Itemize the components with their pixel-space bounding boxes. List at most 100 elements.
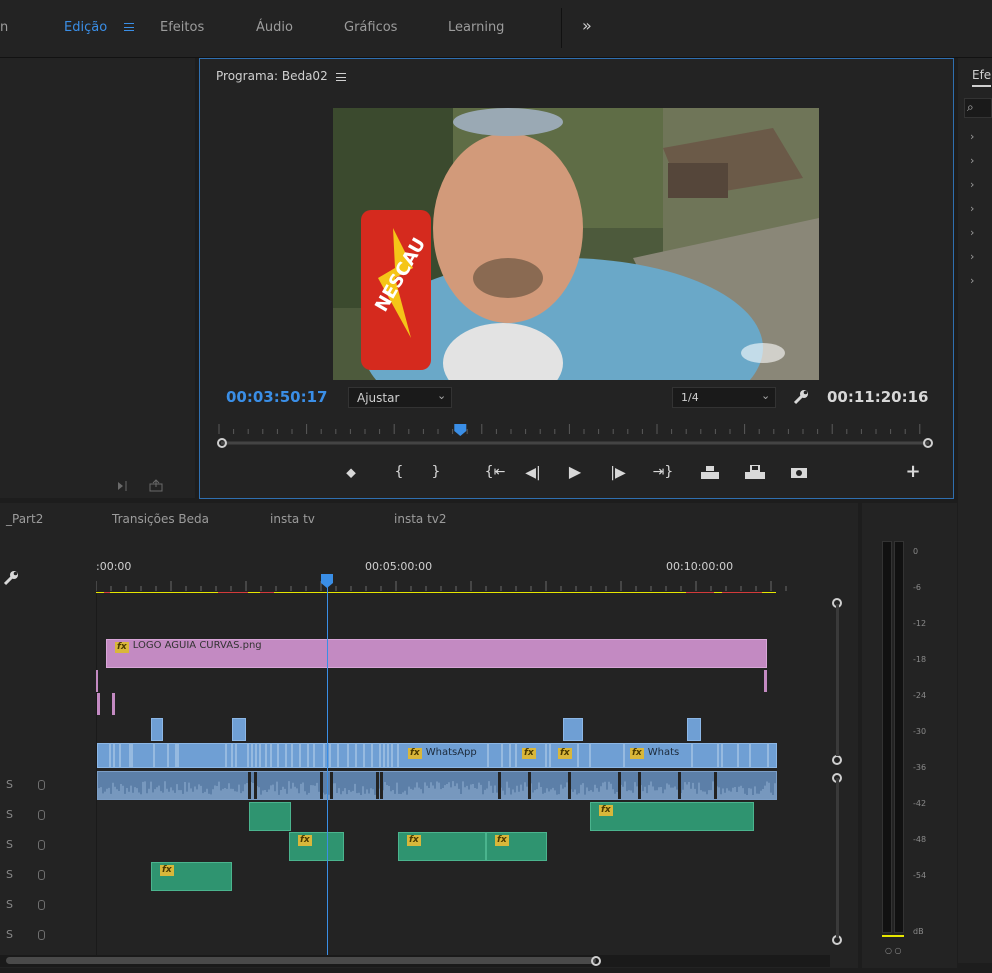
track-solo-label[interactable]: S — [6, 838, 13, 851]
video-clip[interactable] — [151, 718, 163, 741]
audio-meter-panel: ○ ○ — [862, 503, 957, 968]
program-time-ruler[interactable] — [215, 424, 935, 458]
chevron-right-icon[interactable]: › — [970, 226, 974, 239]
effects-search-input[interactable]: ⌕ — [964, 98, 992, 118]
microphone-icon[interactable] — [38, 930, 45, 940]
fx-badge: fx — [115, 642, 129, 653]
ruler-label-10min: 00:10:00:00 — [666, 560, 734, 573]
fx-badge: fx — [495, 835, 509, 846]
playhead-handle[interactable] — [320, 574, 334, 588]
timeline-tab-insta-tv[interactable]: insta tv — [270, 512, 315, 526]
microphone-icon[interactable] — [38, 840, 45, 850]
timeline-tab-insta-tv2[interactable]: insta tv2 — [394, 512, 447, 526]
meter-scale-label: -54 — [913, 871, 927, 880]
ruler-label-5min: 00:05:00:00 — [365, 560, 433, 573]
audio-clip[interactable]: fx — [151, 862, 232, 891]
video-clip[interactable] — [563, 718, 583, 741]
chevron-right-icon[interactable]: › — [970, 274, 974, 287]
meter-scale-label: -30 — [913, 727, 927, 736]
workspace-tab-audio[interactable]: Áudio — [256, 20, 293, 35]
add-marker-icon[interactable]: ⬥ — [341, 465, 361, 481]
current-timecode[interactable]: 00:03:50:17 — [226, 388, 328, 406]
chevron-right-icon[interactable]: › — [970, 130, 974, 143]
go-to-in-icon[interactable]: {⇤ — [480, 464, 510, 480]
mark-in-icon[interactable]: { — [389, 464, 409, 480]
video-clip[interactable] — [232, 718, 246, 741]
play-icon[interactable]: ▶ — [565, 464, 585, 480]
track-solo-label[interactable]: S — [6, 868, 13, 881]
add-button-icon[interactable]: + — [903, 463, 923, 481]
wrench-icon[interactable] — [792, 389, 810, 405]
meter-scale-label: -24 — [913, 691, 927, 700]
audio-clip[interactable]: fx — [398, 832, 486, 861]
program-scrubber[interactable] — [215, 424, 935, 458]
workspace-tab-efeitos[interactable]: Efeitos — [160, 20, 204, 35]
workspace-tab-partial[interactable]: n — [0, 20, 8, 35]
fit-dropdown-value: Ajustar — [357, 391, 400, 405]
audio-clip[interactable]: fx — [590, 802, 754, 831]
source-panel — [0, 58, 195, 498]
step-back-icon[interactable]: ◀| — [523, 465, 543, 481]
wrench-icon[interactable] — [2, 570, 20, 586]
microphone-icon[interactable] — [38, 780, 45, 790]
program-playhead-handle — [454, 424, 467, 436]
microphone-icon[interactable] — [38, 900, 45, 910]
track-solo-label[interactable]: S — [6, 808, 13, 821]
microphone-icon[interactable] — [38, 810, 45, 820]
lift-icon[interactable] — [701, 466, 719, 479]
timeline-tab-part2[interactable]: _Part2 — [6, 512, 43, 526]
horizontal-scroll-thumb[interactable] — [6, 957, 596, 964]
chevron-right-icon[interactable]: › — [970, 250, 974, 263]
timeline-tab-transicoes[interactable]: Transições Beda — [112, 512, 209, 526]
program-video-frame[interactable]: NESCAU — [333, 108, 819, 380]
microphone-icon[interactable] — [38, 870, 45, 880]
audio-clip[interactable]: fx — [486, 832, 547, 861]
meter-unit-label: dB — [913, 927, 924, 936]
go-to-out-icon[interactable]: ⇥} — [648, 464, 678, 480]
track-solo-label[interactable]: S — [6, 778, 13, 791]
chevron-right-icon[interactable]: › — [970, 154, 974, 167]
meter-scale-label: 0 — [913, 547, 919, 556]
playhead-line[interactable] — [327, 583, 328, 955]
horizontal-scrollbar[interactable] — [0, 955, 830, 967]
track-solo-label[interactable]: S — [6, 928, 13, 941]
audio-clip[interactable]: fx — [289, 832, 344, 861]
video-frame-image: NESCAU — [333, 108, 819, 380]
mark-out-icon[interactable]: } — [426, 464, 446, 480]
program-monitor-title[interactable]: Programa: Beda02 — [216, 69, 346, 83]
clip-label: LOGO AGUIA CURVAS.png — [132, 640, 262, 651]
audio-meter-right — [894, 541, 904, 933]
meter-scale-label: -36 — [913, 763, 927, 772]
panel-menu-icon[interactable] — [335, 72, 346, 81]
resolution-dropdown[interactable]: 1/4 ⌄ — [672, 387, 776, 408]
chevron-right-icon[interactable]: › — [970, 178, 974, 191]
ruler-label-start: :00:00 — [96, 560, 132, 573]
search-icon: ⌕ — [967, 100, 974, 114]
graphic-clip[interactable]: fx LOGO AGUIA CURVAS.png — [106, 639, 767, 668]
video-track-v1[interactable]: fx WhatsApp fx fx fx Whats — [97, 743, 777, 768]
chevron-right-icon[interactable]: › — [970, 202, 974, 215]
fit-dropdown[interactable]: Ajustar ⌄ — [348, 387, 452, 408]
workspace-tab-learning[interactable]: Learning — [448, 20, 504, 35]
vertical-scrollbar-video[interactable] — [836, 604, 839, 756]
workspace-overflow-icon[interactable]: » — [582, 16, 592, 35]
video-clip[interactable] — [687, 718, 701, 741]
clip-edit-points — [109, 744, 769, 767]
workspace-tab-graficos[interactable]: Gráficos — [344, 20, 397, 35]
workspace-tab-edicao[interactable]: Edição — [64, 20, 107, 35]
workspace-menu-icon[interactable] — [120, 19, 134, 34]
track-solo-label[interactable]: S — [6, 898, 13, 911]
resolution-dropdown-value: 1/4 — [681, 391, 699, 404]
export-frame-icon[interactable] — [117, 479, 167, 493]
scroll-handle-icon[interactable] — [590, 955, 602, 967]
camera-icon[interactable] — [791, 466, 807, 478]
step-forward-icon[interactable]: |▶ — [608, 465, 628, 481]
audio-track-a1[interactable] — [97, 771, 777, 800]
fx-badge: fx — [298, 835, 312, 846]
solo-buttons[interactable]: ○ ○ — [885, 946, 902, 955]
extract-icon[interactable] — [745, 465, 765, 479]
effects-panel-title[interactable]: Efe — [972, 68, 992, 87]
meter-scale-label: -6 — [913, 583, 921, 592]
audio-clip[interactable] — [249, 802, 291, 831]
vertical-scrollbar-audio[interactable] — [836, 778, 839, 938]
